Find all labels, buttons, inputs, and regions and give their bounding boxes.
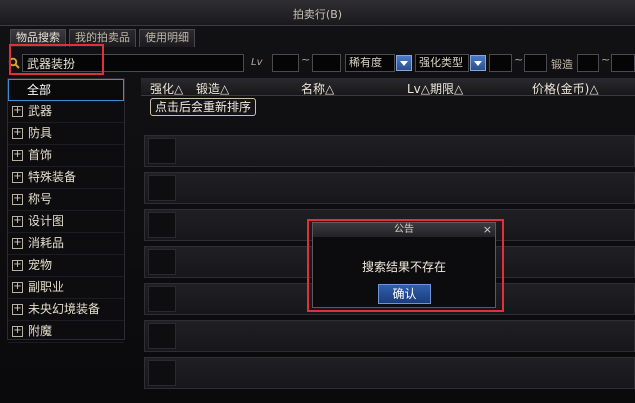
item-slot [148, 212, 176, 238]
item-slot [148, 175, 176, 201]
enhance-min-input[interactable] [489, 54, 512, 72]
search-highlight-box [9, 44, 104, 75]
expand-plus-icon[interactable]: + [12, 216, 23, 227]
expand-plus-icon[interactable]: + [12, 260, 23, 271]
expand-plus-icon[interactable]: + [12, 150, 23, 161]
auction-window: 拍卖行(B) 物品搜索 我的拍卖品 使用明细 Lv ~ 稀有度 强化类型 ~ 锻… [0, 0, 635, 403]
category-label: 防具 [28, 126, 53, 140]
table-row[interactable] [144, 135, 635, 167]
lv-max-input[interactable] [312, 54, 341, 72]
category-item-illusion-equipment[interactable]: + 未央幻境装备 [8, 299, 124, 321]
category-label: 未央幻境装备 [28, 302, 101, 316]
category-item-all[interactable]: 全部 [8, 79, 124, 101]
expand-plus-icon[interactable]: + [12, 194, 23, 205]
lv-range-tilde: ~ [301, 53, 311, 66]
dialog-highlight-box [307, 219, 504, 312]
item-slot [148, 360, 176, 386]
item-slot [148, 323, 176, 349]
category-item-enchant[interactable]: + 附魔 [8, 321, 124, 343]
rarity-dropdown[interactable]: 稀有度 [345, 54, 395, 72]
expand-plus-icon[interactable]: + [12, 282, 23, 293]
category-label: 称号 [28, 192, 53, 206]
category-item-armor[interactable]: + 防具 [8, 123, 124, 145]
rarity-dropdown-arrow-icon[interactable] [396, 55, 412, 71]
sort-enhance-header[interactable]: 强化△ [150, 80, 183, 97]
category-label: 消耗品 [28, 236, 65, 250]
item-slot [148, 286, 176, 312]
expand-plus-icon[interactable]: + [12, 128, 23, 139]
category-label: 首饰 [28, 148, 53, 162]
category-label: 宠物 [28, 258, 53, 272]
item-slot [148, 249, 176, 275]
title-bar: 拍卖行(B) [0, 0, 635, 26]
tab-usage-details[interactable]: 使用明细 [139, 29, 195, 47]
sort-tooltip: 点击后会重新排序 [150, 98, 257, 116]
forge-label: 锻造 [551, 58, 573, 71]
category-panel: 全部 + 武器 + 防具 + 首饰 + 特殊装备 + 称号 + 设计图 + 消耗品 + 宠物 +… [7, 78, 125, 343]
category-label: 武器 [28, 104, 53, 118]
category-label: 设计图 [28, 214, 65, 228]
sort-price-header[interactable]: 价格(金币)△ [532, 80, 599, 97]
table-row[interactable] [144, 172, 635, 204]
item-slot [148, 138, 176, 164]
forge-max-input[interactable] [611, 54, 635, 72]
forge-range-tilde: ~ [601, 53, 611, 66]
sort-forge-header[interactable]: 锻造△ [196, 80, 229, 97]
enhance-type-dropdown-arrow-icon[interactable] [470, 55, 486, 71]
expand-plus-icon[interactable]: + [12, 304, 23, 315]
sort-name-header[interactable]: 名称△ [301, 80, 334, 97]
enhance-max-input[interactable] [524, 54, 547, 72]
category-item-special-equipment[interactable]: + 特殊装备 [8, 167, 124, 189]
expand-plus-icon[interactable]: + [12, 106, 23, 117]
category-item-sub-profession[interactable]: + 副职业 [8, 277, 124, 299]
category-item-pet[interactable]: + 宠物 [8, 255, 124, 277]
enhance-range-tilde: ~ [514, 53, 524, 66]
category-item-accessory[interactable]: + 首饰 [8, 145, 124, 167]
table-header: 强化△ 锻造△ 名称△ Lv△期限△ 价格(金币)△ [141, 78, 635, 96]
lv-label: Lv [251, 57, 263, 68]
enhance-type-dropdown[interactable]: 强化类型 [415, 54, 469, 72]
sort-lv-period-header[interactable]: Lv△期限△ [407, 80, 463, 97]
category-label: 全部 [27, 83, 52, 97]
expand-plus-icon[interactable]: + [12, 326, 23, 337]
expand-plus-icon[interactable]: + [12, 238, 23, 249]
category-label: 附魔 [28, 324, 53, 338]
expand-plus-icon[interactable]: + [12, 172, 23, 183]
table-row[interactable] [144, 320, 635, 352]
forge-min-input[interactable] [577, 54, 599, 72]
category-item-blueprint[interactable]: + 设计图 [8, 211, 124, 233]
category-item-consumable[interactable]: + 消耗品 [8, 233, 124, 255]
lv-min-input[interactable] [272, 54, 299, 72]
category-label: 副职业 [28, 280, 65, 294]
window-title: 拍卖行(B) [292, 8, 343, 21]
category-label: 特殊装备 [28, 170, 77, 184]
category-item-title[interactable]: + 称号 [8, 189, 124, 211]
table-row[interactable] [144, 357, 635, 389]
category-item-weapon[interactable]: + 武器 [8, 101, 124, 123]
